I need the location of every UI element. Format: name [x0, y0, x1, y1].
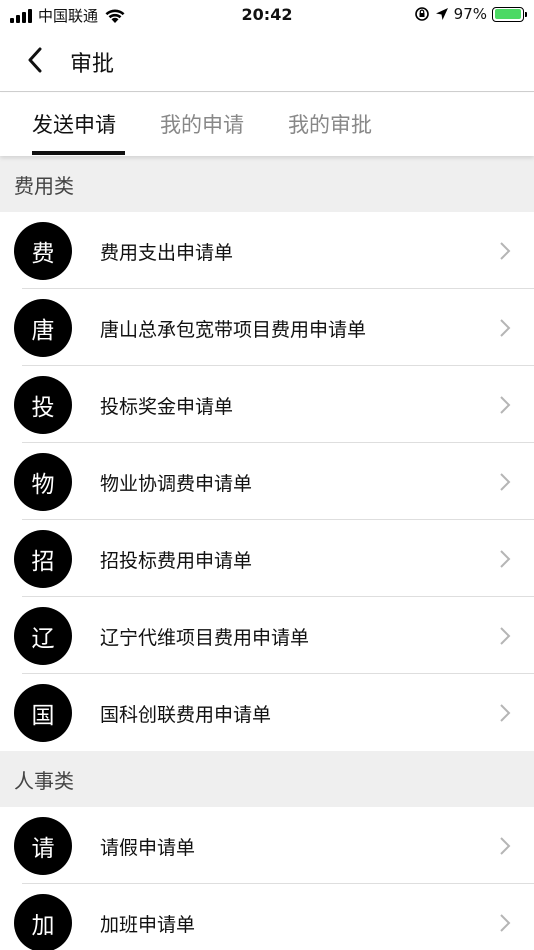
- section-header-hr: 人事类: [0, 751, 534, 807]
- section-title: 人事类: [14, 769, 74, 793]
- chevron-right-icon: [500, 837, 511, 855]
- tab-my-applications[interactable]: 我的申请: [160, 109, 244, 139]
- avatar: 加: [14, 894, 72, 950]
- tab-my-approvals[interactable]: 我的审批: [288, 109, 372, 139]
- tab-send-application[interactable]: 发送申请: [32, 109, 116, 139]
- list-item[interactable]: 唐 唐山总承包宽带项目费用申请单: [0, 289, 534, 366]
- list-item[interactable]: 费 费用支出申请单: [0, 212, 534, 289]
- chevron-left-icon: [28, 47, 42, 73]
- list-item[interactable]: 投 投标奖金申请单: [0, 366, 534, 443]
- chevron-right-icon: [500, 473, 511, 491]
- list-item[interactable]: 加 加班申请单: [0, 884, 534, 950]
- list-item-label: 辽宁代维项目费用申请单: [100, 627, 310, 649]
- location-arrow-icon: [435, 8, 448, 20]
- avatar: 请: [14, 817, 72, 875]
- section-title: 费用类: [14, 174, 74, 198]
- list-item-label: 国科创联费用申请单: [100, 704, 272, 726]
- status-right: 97%: [414, 5, 527, 23]
- status-bar: 中国联通 20:42 97%: [0, 0, 534, 30]
- avatar: 国: [14, 684, 72, 742]
- battery-percent: 97%: [453, 5, 487, 23]
- list-item-label: 物业协调费申请单: [100, 473, 253, 495]
- avatar: 投: [14, 376, 72, 434]
- chevron-right-icon: [500, 319, 511, 337]
- avatar: 物: [14, 453, 72, 511]
- list-item[interactable]: 请 请假申请单: [0, 807, 534, 884]
- list-item-label: 费用支出申请单: [100, 242, 234, 264]
- tab-bar: 发送申请 我的申请 我的审批: [0, 93, 534, 156]
- rotation-lock-icon: [414, 7, 429, 21]
- list-item[interactable]: 招 招投标费用申请单: [0, 520, 534, 597]
- battery-icon: [492, 6, 527, 22]
- page-title: 审批: [70, 52, 115, 77]
- list-item[interactable]: 物 物业协调费申请单: [0, 443, 534, 520]
- chevron-right-icon: [500, 704, 511, 722]
- chevron-right-icon: [500, 242, 511, 260]
- chevron-right-icon: [500, 396, 511, 414]
- list-item[interactable]: 辽 辽宁代维项目费用申请单: [0, 597, 534, 674]
- chevron-right-icon: [500, 914, 511, 932]
- nav-bar: 审批: [0, 30, 534, 92]
- back-button[interactable]: [20, 45, 50, 75]
- list-item[interactable]: 国 国科创联费用申请单: [0, 674, 534, 751]
- list-item-label: 唐山总承包宽带项目费用申请单: [100, 319, 367, 341]
- avatar: 唐: [14, 299, 72, 357]
- battery-level: [494, 9, 521, 19]
- avatar: 辽: [14, 607, 72, 665]
- active-tab-indicator: [32, 151, 125, 155]
- list-item-label: 招投标费用申请单: [100, 550, 253, 572]
- list-item-label: 加班申请单: [100, 914, 196, 936]
- avatar: 招: [14, 530, 72, 588]
- list-item-label: 请假申请单: [100, 837, 196, 859]
- chevron-right-icon: [500, 627, 511, 645]
- section-header-expense: 费用类: [0, 156, 534, 212]
- avatar: 费: [14, 222, 72, 280]
- list-item-label: 投标奖金申请单: [100, 396, 234, 418]
- chevron-right-icon: [500, 550, 511, 568]
